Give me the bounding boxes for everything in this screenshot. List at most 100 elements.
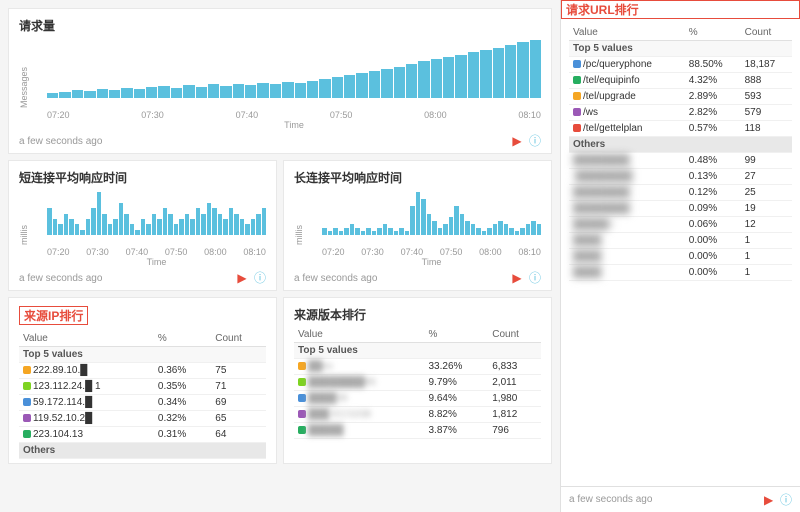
- ver-count-cell: 6,833: [488, 359, 541, 375]
- short-y-label: millis: [19, 190, 29, 245]
- bar: [102, 214, 107, 236]
- bar: [416, 192, 421, 235]
- bar: [130, 224, 135, 235]
- url-play-button[interactable]: ▶: [764, 493, 773, 507]
- bar: [257, 83, 268, 98]
- url-others-count: 1: [741, 249, 792, 265]
- url-info-button[interactable]: ⓘ: [780, 493, 792, 507]
- bar: [168, 214, 173, 236]
- bar: [174, 224, 179, 235]
- long-play-button[interactable]: ▶: [512, 271, 521, 285]
- short-conn-chart-area: millis: [19, 190, 266, 245]
- table-row: ████0.00%1: [569, 265, 792, 281]
- ip-cell: 59.172.114.█: [19, 395, 154, 411]
- bar: [47, 93, 58, 98]
- bar: [339, 231, 344, 235]
- x-tick: 07:50: [330, 110, 353, 120]
- bar: [431, 59, 442, 98]
- table-row: 59.172.114.█0.34%69: [19, 395, 266, 411]
- table-row: ████0.00%1: [569, 249, 792, 265]
- url-others-pct: 0.13%: [685, 169, 741, 185]
- ver-col-pct: %: [424, 327, 488, 343]
- short-controls: ▶ ⓘ: [237, 269, 266, 286]
- url-pct-cell: 2.82%: [685, 105, 741, 121]
- bar: [113, 219, 118, 235]
- short-x-label: Time: [47, 257, 266, 267]
- long-conn-title: 长连接平均响应时间: [294, 169, 541, 186]
- bar: [369, 71, 380, 98]
- bar: [350, 224, 355, 235]
- url-others-count: 12: [741, 217, 792, 233]
- bar: [443, 57, 454, 98]
- table-row: /████████0.13%27: [569, 169, 792, 185]
- bar: [537, 224, 542, 235]
- info-button[interactable]: ⓘ: [529, 134, 541, 148]
- main-x-label: Time: [47, 120, 541, 130]
- url-count-cell: 888: [741, 73, 792, 89]
- ver-col-count: Count: [488, 327, 541, 343]
- bar: [223, 219, 228, 235]
- table-row: ████████0.48%99: [569, 153, 792, 169]
- url-pct-cell: 4.32%: [685, 73, 741, 89]
- pct-cell: 0.34%: [154, 395, 211, 411]
- main-bar-chart: [47, 38, 541, 98]
- bar-chart-container: [47, 38, 541, 108]
- x-tick: 08:10: [243, 247, 266, 257]
- bar: [86, 219, 91, 235]
- right-panel: 请求URL排行 Value % Count Top 5 values/pc/qu…: [560, 0, 800, 512]
- bar: [282, 82, 293, 98]
- url-others-pct: 0.12%: [685, 185, 741, 201]
- bar: [47, 208, 52, 235]
- bar: [394, 67, 405, 98]
- url-others-cell: ████████: [569, 153, 685, 169]
- url-others-count: 19: [741, 201, 792, 217]
- bar: [410, 206, 415, 235]
- url-others-pct: 0.00%: [685, 249, 741, 265]
- ip-cell: 222.89.10.█: [19, 363, 154, 379]
- source-version-table: Value % Count Top 5 values██es33.26%6,83…: [294, 327, 541, 439]
- url-others-count: 25: [741, 185, 792, 201]
- pct-cell: 0.32%: [154, 411, 211, 427]
- bar: [171, 88, 182, 98]
- ver-cell: ███ EC/1038: [294, 407, 424, 423]
- short-play-button[interactable]: ▶: [237, 271, 246, 285]
- bar: [69, 219, 74, 235]
- bar: [146, 224, 151, 235]
- bar: [207, 203, 212, 235]
- bar: [377, 228, 382, 235]
- ver-count-cell: 1,980: [488, 391, 541, 407]
- play-button[interactable]: ▶: [512, 134, 521, 148]
- bar: [53, 219, 58, 235]
- count-cell: 69: [211, 395, 266, 411]
- x-tick: 07:40: [401, 247, 424, 257]
- bar: [84, 91, 95, 98]
- bar: [322, 228, 327, 235]
- bar: [333, 228, 338, 235]
- ver-pct-cell: 9.79%: [424, 375, 488, 391]
- bar: [332, 77, 343, 98]
- others-header-row: Others: [569, 137, 792, 153]
- url-others-pct: 0.48%: [685, 153, 741, 169]
- table-row: █████3.87%796: [294, 423, 541, 439]
- bar: [468, 52, 479, 98]
- url-rank-title: 请求URL排行: [561, 0, 800, 19]
- bar: [406, 64, 417, 98]
- x-tick: 07:30: [361, 247, 384, 257]
- ip-col-count: Count: [211, 331, 266, 347]
- bar: [185, 214, 190, 236]
- short-info-button[interactable]: ⓘ: [254, 271, 266, 285]
- x-tick: 08:10: [518, 110, 541, 120]
- bar: [220, 86, 231, 98]
- bar: [381, 69, 392, 98]
- url-others-count: 1: [741, 233, 792, 249]
- long-info-button[interactable]: ⓘ: [529, 271, 541, 285]
- source-version-title: 来源版本排行: [294, 306, 541, 323]
- bar: [509, 228, 514, 235]
- long-x-axis: 07:2007:3007:4007:5008:0008:10: [322, 247, 541, 257]
- section-header-row: Top 5 values: [569, 41, 792, 57]
- table-row: /pc/queryphone88.50%18,187: [569, 57, 792, 73]
- url-others-cell: /████████: [569, 169, 685, 185]
- x-tick: 07:50: [440, 247, 463, 257]
- table-row: ████████0.09%19: [569, 201, 792, 217]
- bar: [295, 83, 306, 98]
